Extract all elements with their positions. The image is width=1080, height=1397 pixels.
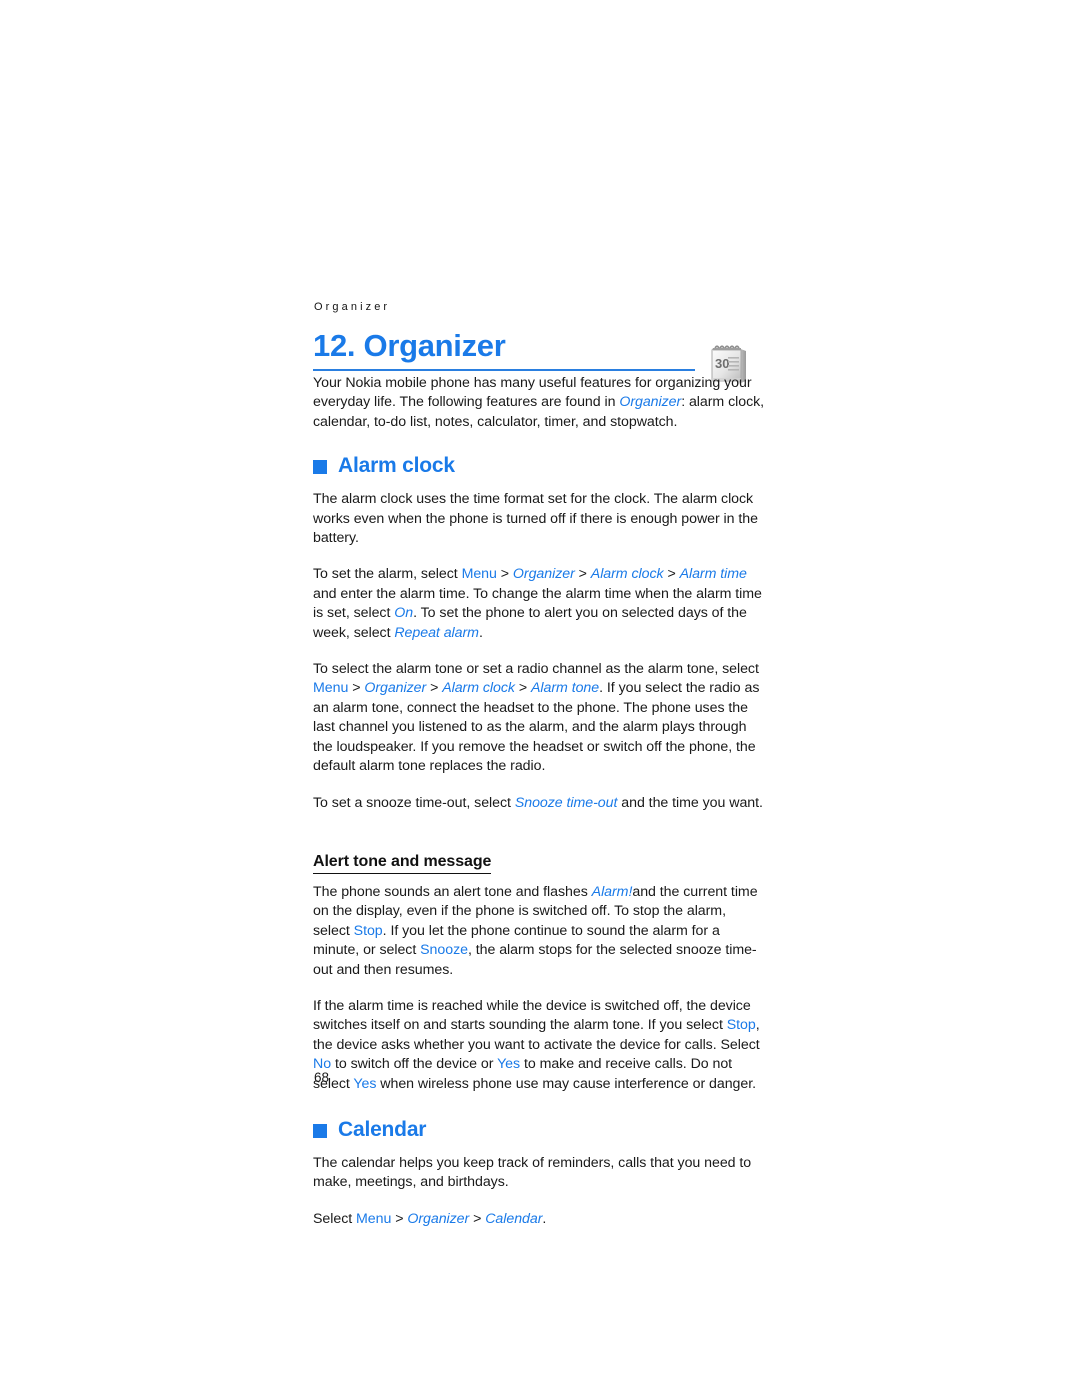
- text: to switch off the device or: [331, 1056, 498, 1073]
- intro-paragraph: Your Nokia mobile phone has many useful …: [313, 374, 765, 432]
- ui-yes: Yes: [497, 1056, 521, 1073]
- path-alarm-clock: Alarm clock: [442, 680, 515, 697]
- text: If the alarm time is reached while the d…: [313, 997, 751, 1034]
- text: To set a snooze time-out, select: [313, 794, 515, 811]
- square-bullet-icon: [313, 460, 327, 475]
- chapter-title-block: 12. Organizer: [313, 328, 765, 374]
- ui-menu: Menu: [461, 566, 497, 583]
- path-calendar: Calendar: [485, 1210, 543, 1227]
- alert-tone-paragraph-1: The phone sounds an alert tone and flash…: [313, 883, 765, 980]
- path-separator: >: [469, 1210, 486, 1227]
- section-heading-alarm-clock: Alarm clock: [313, 454, 765, 478]
- alarm-clock-paragraph-1: The alarm clock uses the time format set…: [313, 491, 758, 547]
- alarm-clock-paragraph-4: To set a snooze time-out, select Snooze …: [313, 794, 765, 813]
- section-heading-label: Calendar: [338, 1117, 427, 1141]
- text: .: [542, 1210, 547, 1227]
- section-heading-label: Alarm clock: [338, 454, 455, 478]
- text: when wireless phone use may cause interf…: [376, 1075, 757, 1092]
- text: .: [478, 624, 483, 641]
- page-content: Organizer 12. Organizer Your Nokia mobil…: [313, 300, 765, 1246]
- alert-tone-paragraph-2: If the alarm time is reached while the d…: [313, 997, 765, 1094]
- page-title: 12. Organizer: [313, 328, 506, 363]
- text: and the time you want.: [617, 794, 763, 811]
- path-alarm-flash: Alarm!: [591, 883, 633, 900]
- ui-stop: Stop: [353, 922, 383, 939]
- document-page: 30 Organizer 12. Organizer Your Nokia mo…: [0, 0, 1080, 1397]
- alarm-clock-paragraph-2: To set the alarm, select Menu > Organize…: [313, 565, 765, 643]
- path-separator: >: [514, 680, 531, 697]
- path-separator: >: [496, 566, 513, 583]
- ui-stop: Stop: [726, 1017, 756, 1034]
- ui-menu: Menu: [313, 680, 349, 697]
- running-header: Organizer: [314, 301, 391, 313]
- text: To set the alarm, select: [313, 566, 462, 583]
- ui-menu: Menu: [356, 1210, 392, 1227]
- path-organizer: Organizer: [364, 680, 427, 697]
- path-repeat-alarm: Repeat alarm: [394, 624, 479, 641]
- path-alarm-time: Alarm time: [679, 566, 747, 583]
- path-separator: >: [426, 680, 443, 697]
- alarm-clock-paragraph-3: To select the alarm tone or set a radio …: [313, 660, 765, 776]
- path-separator: >: [663, 566, 680, 583]
- subsection-heading-wrap: Alert tone and message: [313, 830, 765, 883]
- path-alarm-clock: Alarm clock: [590, 566, 664, 583]
- subsection-heading-alert-tone: Alert tone and message: [313, 852, 491, 874]
- text: To select the alarm tone or set a radio …: [313, 661, 759, 678]
- ui-yes: Yes: [353, 1075, 377, 1092]
- text: Select: [313, 1210, 357, 1227]
- path-organizer: Organizer: [512, 566, 575, 583]
- title-divider: [313, 369, 695, 371]
- ui-snooze: Snooze: [420, 942, 468, 959]
- path-alarm-tone: Alarm tone: [531, 680, 600, 697]
- text: The phone sounds an alert tone and flash…: [313, 883, 592, 900]
- path-organizer: Organizer: [407, 1210, 470, 1227]
- path-organizer: Organizer: [619, 394, 682, 411]
- path-separator: >: [574, 566, 591, 583]
- path-separator: >: [391, 1210, 408, 1227]
- path-snooze-time-out: Snooze time-out: [514, 794, 618, 811]
- section-heading-calendar: Calendar: [313, 1118, 765, 1142]
- path-on: On: [394, 605, 414, 622]
- calendar-paragraph-2: Select Menu > Organizer > Calendar.: [313, 1210, 765, 1229]
- path-separator: >: [348, 680, 365, 697]
- page-number: 68: [314, 1070, 330, 1085]
- calendar-paragraph-1: The calendar helps you keep track of rem…: [313, 1154, 752, 1191]
- square-bullet-icon: [313, 1123, 327, 1138]
